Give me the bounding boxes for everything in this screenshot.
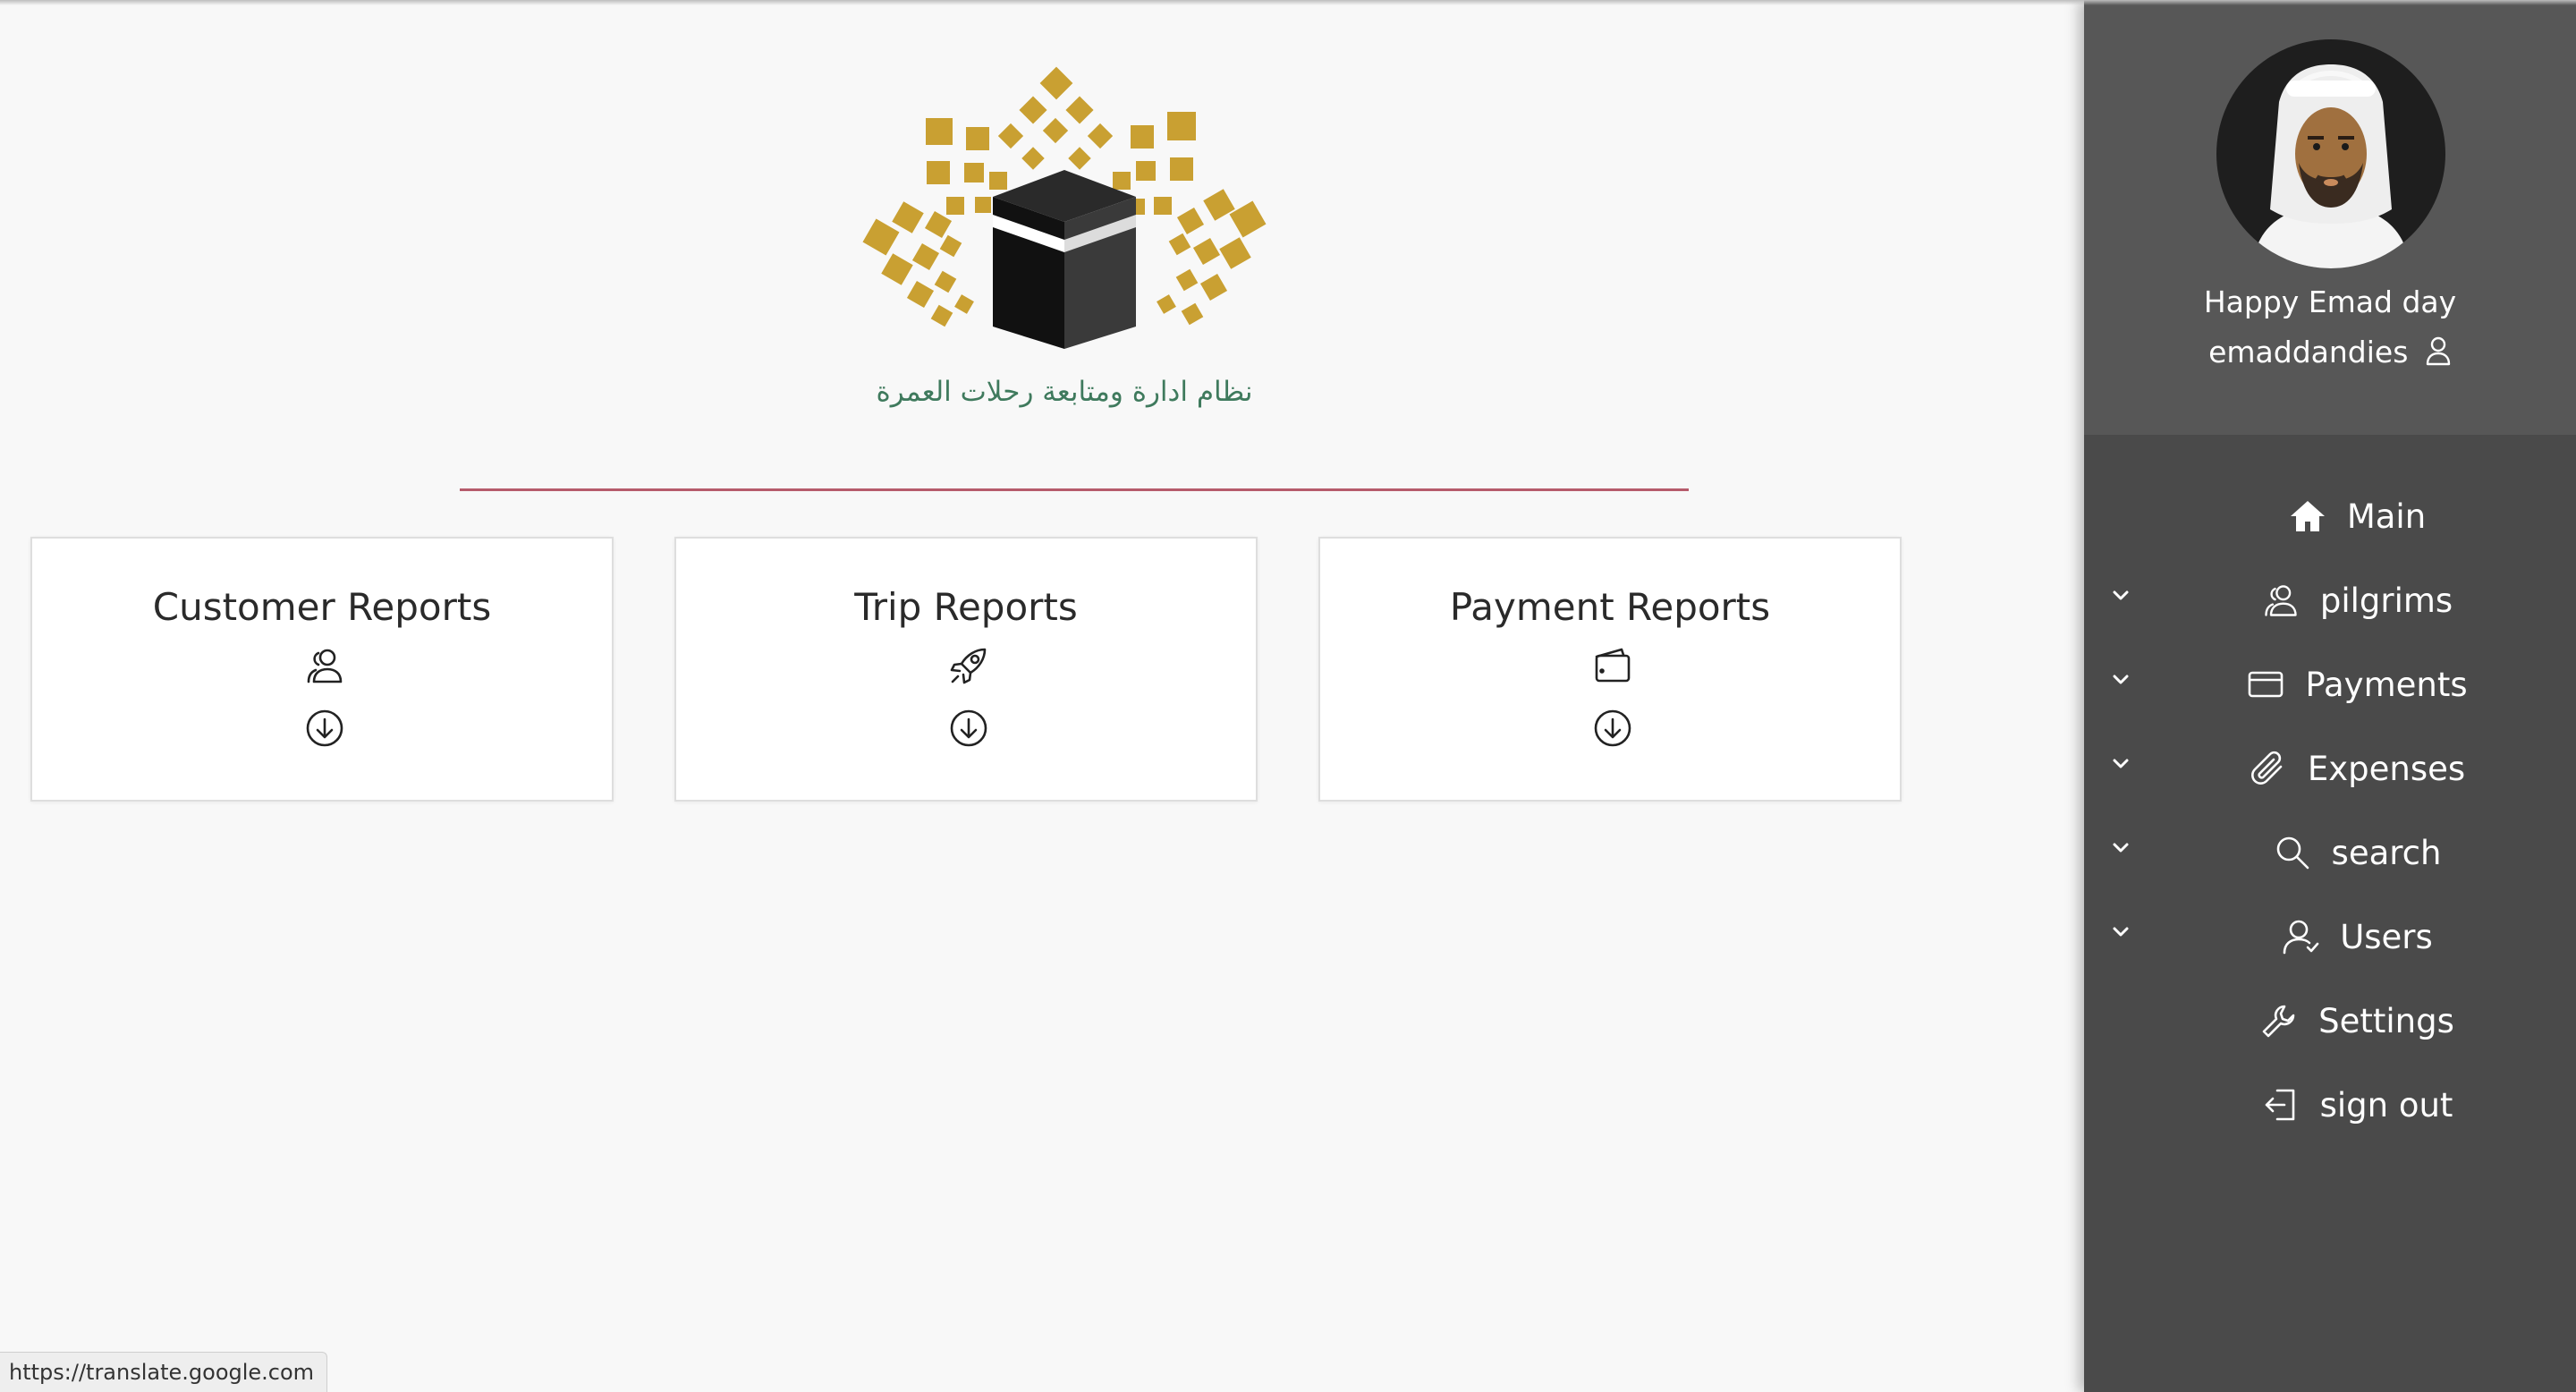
trip-reports-card[interactable]: Trip Reports [674, 537, 1258, 802]
logo-caption: نظام ادارة ومتابعة رحلات العمرة [876, 376, 1253, 408]
sidebar-item-expenses[interactable]: Expenses [2084, 726, 2576, 811]
sidebar-item-label: Users [2340, 917, 2433, 956]
credit-card-icon [2249, 671, 2284, 698]
sidebar-item-label: Settings [2318, 1001, 2454, 1040]
home-icon [2290, 501, 2325, 531]
user-icon [2283, 920, 2319, 955]
payment-reports-card[interactable]: Payment Reports [1318, 537, 1902, 802]
chevron-down-icon[interactable] [2107, 918, 2134, 945]
download-circle-icon[interactable] [949, 709, 988, 748]
sidebar-item-label: Expenses [2307, 749, 2466, 788]
sidebar-item-main[interactable]: Main [2084, 474, 2576, 558]
users-icon [307, 649, 343, 683]
sidebar-item-label: pilgrims [2319, 581, 2453, 620]
users-icon [2265, 585, 2297, 616]
chevron-down-icon[interactable] [2107, 666, 2134, 692]
download-circle-icon[interactable] [1593, 709, 1632, 748]
sign-out-icon [2265, 1089, 2294, 1121]
wallet-icon [1595, 648, 1631, 683]
paperclip-icon [2250, 751, 2283, 785]
rocket-icon [950, 648, 987, 684]
sidebar-nav: Main pilgrims Payments Expenses search U… [2084, 474, 2576, 1147]
sidebar-item-search[interactable]: search [2084, 811, 2576, 895]
greeting-text: Happy Emad day [2203, 284, 2457, 319]
chevron-down-icon[interactable] [2107, 750, 2134, 777]
app-logo: نظام ادارة ومتابعة رحلات العمرة [841, 63, 1288, 420]
status-bar-url: https://translate.google.com [0, 1352, 328, 1392]
top-shadow [0, 0, 2576, 5]
sidebar: Happy Emad day emaddandies Main pilgrims… [2084, 0, 2576, 1392]
sidebar-item-users[interactable]: Users [2084, 895, 2576, 979]
card-title: Payment Reports [1449, 585, 1771, 629]
chevron-down-icon[interactable] [2107, 834, 2134, 861]
card-title: Customer Reports [152, 585, 492, 629]
sidebar-item-pilgrims[interactable]: pilgrims [2084, 558, 2576, 642]
download-circle-icon[interactable] [305, 709, 344, 748]
sidebar-item-label: Main [2346, 497, 2427, 536]
sidebar-item-label: search [2331, 833, 2442, 872]
wrench-icon [2262, 1005, 2295, 1038]
search-icon [2276, 836, 2309, 870]
profile-panel: Happy Emad day emaddandies [2084, 0, 2576, 435]
card-title: Trip Reports [854, 585, 1078, 629]
sidebar-item-payments[interactable]: Payments [2084, 642, 2576, 726]
sidebar-item-sign-out[interactable]: sign out [2084, 1063, 2576, 1147]
sidebar-item-label: sign out [2319, 1085, 2453, 1125]
user-icon [2426, 336, 2451, 366]
username-text: emaddandies [2208, 335, 2409, 369]
avatar [2216, 39, 2445, 268]
kaaba-logo-graphic [862, 66, 1267, 349]
section-divider [460, 488, 1689, 491]
customer-reports-card[interactable]: Customer Reports [30, 537, 614, 802]
sidebar-item-settings[interactable]: Settings [2084, 979, 2576, 1063]
sidebar-item-label: Payments [2305, 665, 2468, 704]
main-content: نظام ادارة ومتابعة رحلات العمرة Customer… [0, 0, 2084, 1392]
chevron-down-icon[interactable] [2107, 581, 2134, 608]
username-row[interactable]: emaddandies [2084, 335, 2576, 369]
